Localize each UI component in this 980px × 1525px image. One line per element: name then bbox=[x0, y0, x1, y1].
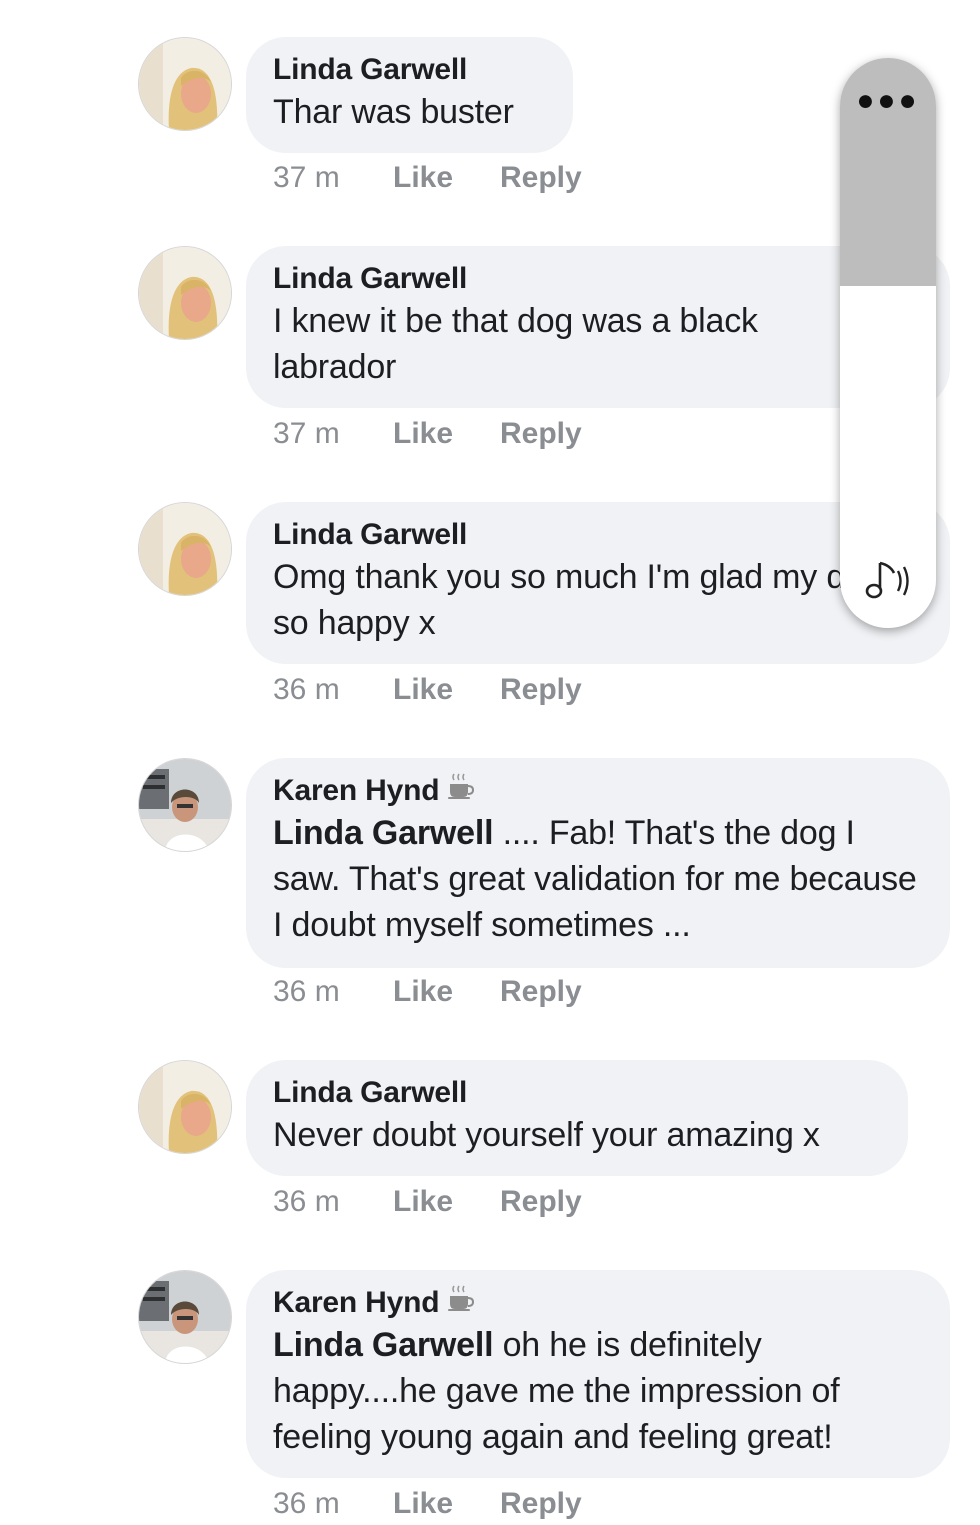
like-button[interactable]: Like bbox=[393, 416, 500, 452]
comment-actions: 36 m Like Reply bbox=[273, 1184, 582, 1220]
avatar-karen-hynd[interactable] bbox=[138, 758, 232, 852]
comment-author[interactable]: Karen Hynd bbox=[273, 1284, 922, 1322]
reply-button[interactable]: Reply bbox=[500, 1184, 582, 1220]
comment-time[interactable]: 37 m bbox=[273, 160, 393, 196]
music-note-volume-icon[interactable] bbox=[840, 555, 936, 612]
avatar-linda-garwell[interactable] bbox=[138, 37, 232, 131]
volume-slider[interactable]: ●●● bbox=[840, 58, 936, 628]
comment-bubble: Linda Garwell Never doubt yourself your … bbox=[246, 1060, 908, 1176]
reply-button[interactable]: Reply bbox=[500, 1486, 582, 1522]
avatar-linda-garwell[interactable] bbox=[138, 1060, 232, 1154]
reply-button[interactable]: Reply bbox=[500, 160, 582, 196]
reply-button[interactable]: Reply bbox=[500, 416, 582, 452]
comment-author[interactable]: Karen Hynd bbox=[273, 772, 922, 810]
comment-actions: 37 m Like Reply bbox=[273, 160, 582, 196]
like-button[interactable]: Like bbox=[393, 1184, 500, 1220]
comment-actions: 37 m Like Reply bbox=[273, 416, 582, 452]
comment-text: Linda Garwell oh he is definitely happy.… bbox=[273, 1322, 922, 1460]
comment-bubble: Karen Hynd Linda Garwell .... Fab! That'… bbox=[246, 758, 950, 968]
comment-time[interactable]: 37 m bbox=[273, 416, 393, 452]
comment-author[interactable]: Linda Garwell bbox=[273, 1074, 880, 1112]
comment-author[interactable]: Linda Garwell bbox=[273, 516, 922, 554]
comment-time[interactable]: 36 m bbox=[273, 672, 393, 708]
coffee-cup-icon bbox=[445, 1284, 475, 1322]
mention-link[interactable]: Linda Garwell bbox=[273, 814, 494, 852]
reply-button[interactable]: Reply bbox=[500, 974, 582, 1010]
comment-author[interactable]: Linda Garwell bbox=[273, 260, 922, 298]
comment-time[interactable]: 36 m bbox=[273, 974, 393, 1010]
comment-bubble: Linda Garwell Thar was buster bbox=[246, 37, 573, 153]
comment-text: Thar was buster bbox=[273, 93, 514, 131]
like-button[interactable]: Like bbox=[393, 672, 500, 708]
like-button[interactable]: Like bbox=[393, 160, 500, 196]
comment-text: Linda Garwell .... Fab! That's the dog I… bbox=[273, 810, 922, 948]
like-button[interactable]: Like bbox=[393, 1486, 500, 1522]
comment-actions: 36 m Like Reply bbox=[273, 1486, 582, 1522]
comment-text: Never doubt yourself your amazing x bbox=[273, 1116, 820, 1154]
coffee-cup-icon bbox=[445, 772, 475, 810]
comment-author[interactable]: Linda Garwell bbox=[273, 51, 545, 89]
avatar-karen-hynd[interactable] bbox=[138, 1270, 232, 1364]
reply-button[interactable]: Reply bbox=[500, 672, 582, 708]
comment-bubble: Karen Hynd Linda Garwell oh he is defini… bbox=[246, 1270, 950, 1478]
comment-text: Omg thank you so much I'm glad my dad so… bbox=[273, 558, 883, 642]
comment-actions: 36 m Like Reply bbox=[273, 974, 582, 1010]
like-button[interactable]: Like bbox=[393, 974, 500, 1010]
comment-actions: 36 m Like Reply bbox=[273, 672, 582, 708]
comment-time[interactable]: 36 m bbox=[273, 1486, 393, 1522]
avatar-linda-garwell[interactable] bbox=[138, 246, 232, 340]
comment-text: I knew it be that dog was a black labrad… bbox=[273, 302, 758, 386]
mention-link[interactable]: Linda Garwell bbox=[273, 1326, 494, 1364]
comment-time[interactable]: 36 m bbox=[273, 1184, 393, 1220]
more-dots-icon[interactable]: ●●● bbox=[840, 86, 936, 116]
avatar-linda-garwell[interactable] bbox=[138, 502, 232, 596]
